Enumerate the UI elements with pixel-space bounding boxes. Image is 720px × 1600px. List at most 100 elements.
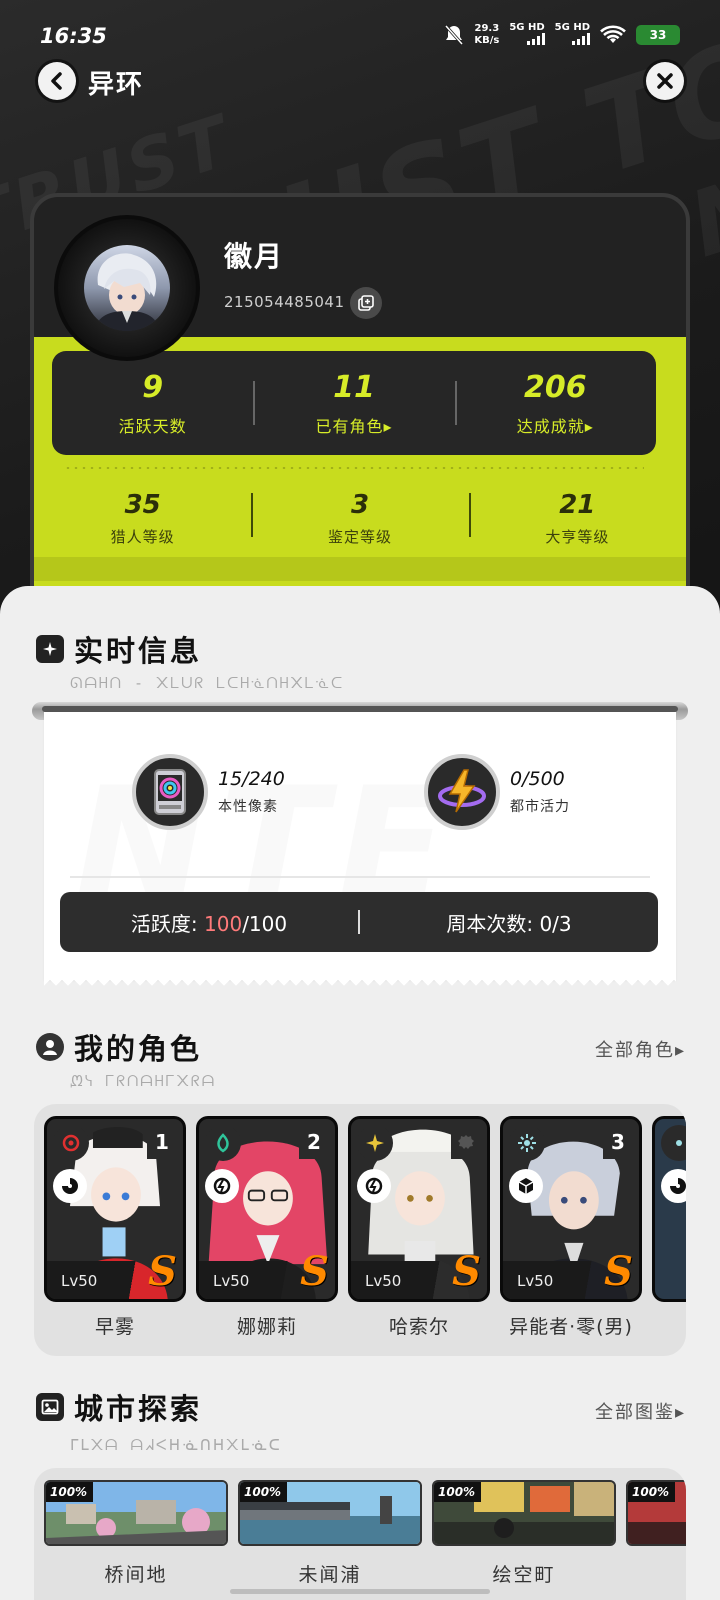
all-characters-link[interactable]: 全部角色▸: [595, 1036, 686, 1062]
awaken-rank: 2: [299, 1125, 329, 1159]
signal-bars-icon: [572, 33, 590, 45]
section-title: 我的角色: [74, 1032, 203, 1066]
character-name: 哈索尔: [388, 1316, 449, 1338]
bell-muted-icon: [445, 25, 464, 45]
weekly-count: 周本次数: 0/3: [446, 911, 572, 936]
rarity-rank: S: [604, 1248, 633, 1295]
chevron-left-icon: [51, 72, 62, 90]
close-button[interactable]: [646, 62, 684, 100]
rarity-rank: S: [452, 1248, 481, 1295]
stat-label: 已有角色▸: [315, 416, 393, 436]
characters-section-header: 我的角色: [36, 1026, 202, 1068]
avatar[interactable]: [54, 215, 200, 361]
section-subtitle: ᘻᓭ ᒥᖇᑎᗩᕼᒥ᙭ᖇᗩ: [70, 1072, 217, 1090]
character-level: Lv50: [213, 1272, 250, 1290]
signal-sim2: 5G HD: [555, 22, 590, 48]
city-card[interactable]: 100%: [44, 1480, 228, 1546]
exploration-progress: 100%: [240, 1482, 288, 1502]
sparkle-book-icon: [36, 635, 64, 663]
stat-label: 达成成就▸: [516, 416, 594, 436]
city-card[interactable]: 100%: [432, 1480, 616, 1546]
awaken-rank: 3: [603, 1125, 633, 1159]
resource-pixel[interactable]: 15/240 本性像素: [132, 754, 285, 830]
role-type-icon: [205, 1169, 239, 1203]
role-type-icon: [53, 1169, 87, 1203]
activity-current: 100: [204, 911, 243, 936]
resource-value: 0/500: [510, 768, 565, 790]
torn-edge: [44, 978, 676, 990]
status-icons: 29.3 KB/s 5G HD 5G HD 33: [444, 22, 680, 48]
character-name: 早雾: [94, 1316, 135, 1338]
network-speed: 29.3 KB/s: [474, 23, 500, 46]
character-list: 1 Lv50 S 早雾 2 Lv50 S 娜娜莉 Lv50 S 哈索尔 3 Lv…: [34, 1104, 686, 1356]
user-id: 215054485041: [224, 293, 345, 311]
stat-value: 21: [559, 489, 596, 520]
role-type-icon: [357, 1169, 391, 1203]
exploration-progress: 100%: [46, 1482, 94, 1502]
stat-label: 活跃天数: [118, 416, 187, 436]
signal-sim1: 5G HD: [509, 22, 545, 48]
city-card[interactable]: 100%: [626, 1480, 686, 1546]
back-button[interactable]: [38, 62, 76, 100]
character-card[interactable]: [652, 1116, 686, 1302]
secondary-stats: 35 猎人等级 3 鉴定等级 21 大亨等级: [34, 479, 686, 557]
element-wind-icon: [205, 1125, 241, 1161]
profile-card: 徽月 215054485041 9 活跃天数 11 已有角色▸ 206 达成成就…: [30, 193, 690, 613]
element-light-icon: [357, 1125, 393, 1161]
stat-value: 35: [124, 489, 161, 520]
divider: [64, 467, 644, 469]
exploration-progress: 100%: [434, 1482, 482, 1502]
section-subtitle: ᒥᒪ᙭ᗩ ᗩᖽᐸᕼᓍᑎᕼ᙭ᒪᓍᑕ: [70, 1436, 282, 1454]
section-title: 实时信息: [74, 634, 203, 668]
resource-label: 都市活力: [510, 799, 570, 815]
stat-appraisal-level: 3 鉴定等级: [251, 479, 468, 557]
resource-label: 本性像素: [218, 799, 278, 815]
section-title: 城市探索: [74, 1392, 203, 1426]
stat-value: 206: [524, 369, 587, 405]
city-name: 绘空町: [492, 1564, 556, 1586]
decorative-strip: [34, 557, 686, 581]
character-card[interactable]: 2 Lv50 S: [196, 1116, 338, 1302]
role-type-icon: [509, 1169, 543, 1203]
element-fire-icon: [53, 1125, 89, 1161]
all-codex-link[interactable]: 全部图鉴▸: [595, 1398, 686, 1424]
page-title: 异环: [88, 70, 145, 100]
battery-indicator: 33: [636, 25, 680, 45]
stat-owned-characters[interactable]: 11 已有角色▸: [253, 351, 454, 455]
character-level: Lv50: [61, 1272, 98, 1290]
city-card[interactable]: 100%: [238, 1480, 422, 1546]
resource-value: 15/240: [218, 768, 285, 790]
copy-icon: [358, 295, 374, 311]
realtime-section-header: 实时信息: [36, 628, 202, 670]
wifi-icon: [600, 25, 626, 43]
activity-bar: 活跃度: 100/100 周本次数: 0/3: [60, 892, 658, 952]
close-icon: [657, 73, 673, 89]
resource-vitality[interactable]: 0/500 都市活力: [424, 754, 570, 830]
city-name: 桥间地: [104, 1564, 168, 1586]
exploration-progress: 100%: [628, 1482, 676, 1502]
pixel-card-icon: [132, 754, 208, 830]
character-card[interactable]: Lv50 S: [348, 1116, 490, 1302]
awaken-rank: 1: [147, 1125, 177, 1159]
character-card[interactable]: 1 Lv50 S: [44, 1116, 186, 1302]
stat-label: 大亨等级: [545, 527, 610, 546]
stat-active-days: 9 活跃天数: [52, 351, 253, 455]
character-name: 娜娜莉: [236, 1316, 297, 1338]
city-section-header: 城市探索: [36, 1386, 202, 1428]
rarity-rank: S: [148, 1248, 177, 1295]
character-level: Lv50: [517, 1272, 554, 1290]
signal-bars-icon: [526, 33, 545, 45]
rarity-rank: S: [300, 1248, 329, 1295]
copy-uid-button[interactable]: [350, 287, 382, 319]
character-level: Lv50: [365, 1272, 402, 1290]
section-subtitle: ᘏᗩᕼᑎ - ᙭ᒪᑌᖇ ᒪᑕᕼᓍᑎᕼ᙭ᒪᓍᑕ: [70, 674, 345, 692]
home-indicator[interactable]: [230, 1589, 490, 1594]
stat-label: 猎人等级: [110, 527, 175, 546]
character-card[interactable]: 3 Lv50 S: [500, 1116, 642, 1302]
picture-icon: [36, 1393, 64, 1421]
city-list: 100% 桥间地 100% 未闻浦 100% 绘空町 100%: [34, 1468, 686, 1600]
stat-achievements[interactable]: 206 达成成就▸: [454, 351, 656, 455]
character-name: 异能者·零(男): [509, 1316, 633, 1338]
status-time: 16:35: [40, 24, 107, 48]
stat-value: 11: [333, 369, 375, 405]
